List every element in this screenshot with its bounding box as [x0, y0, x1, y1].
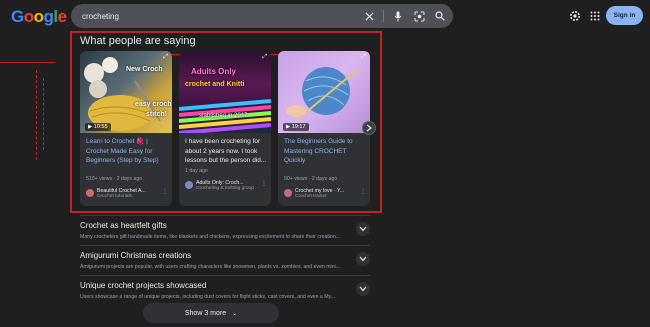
expand-icon[interactable]: ⤢: [361, 54, 366, 61]
video-thumbnail[interactable]: New Croch easy croch stitch! ⤢ ▶ 10:55: [80, 51, 172, 133]
apps-icon[interactable]: [588, 9, 602, 23]
thumbnail-caption: New Croch: [126, 66, 163, 73]
accordion-item[interactable]: Amigurumi Christmas creations Amigurumi …: [80, 245, 370, 275]
search-icon[interactable]: [433, 9, 447, 23]
search-box[interactable]: crocheting: [71, 4, 453, 28]
card-title[interactable]: The Beginners Guide to Mastering CROCHET…: [284, 137, 366, 166]
yarn-image: [84, 57, 161, 131]
accordion-item[interactable]: Crochet as heartfelt gifts Many crochete…: [80, 215, 370, 245]
more-options-icon[interactable]: ⋮: [360, 188, 366, 195]
thumbnail-caption: stitch!: [146, 111, 167, 118]
accordion-title: Crochet as heartfelt gifts: [80, 221, 167, 230]
card-meta: 510+ views · 2 days ago: [86, 176, 143, 182]
chevron-down-icon[interactable]: [356, 252, 370, 266]
chevron-down-icon[interactable]: [356, 222, 370, 236]
section-title: What people are saying: [80, 35, 196, 47]
logo-letter: o: [23, 7, 34, 26]
thumbnail-caption: stablished in 2017: [199, 113, 248, 119]
annotation-dash: [43, 78, 44, 150]
card-title[interactable]: Learn to Crochet 🧶 | Crochet Made Easy f…: [86, 137, 168, 166]
knitting-image: [179, 99, 271, 133]
search-divider: [383, 10, 384, 22]
avatar: [284, 189, 292, 197]
sign-in-button[interactable]: Sign in: [606, 6, 643, 25]
duration-text: 10:55: [93, 124, 108, 130]
video-thumbnail[interactable]: ⤢ ▶ 19:17: [278, 51, 370, 133]
avatar: [185, 181, 193, 189]
card-author[interactable]: Crochet my love · Y... Crochet trainer ⋮: [284, 188, 366, 204]
chevron-down-icon: ⌄: [232, 310, 238, 317]
logo-letter: G: [11, 7, 24, 26]
author-subtitle: Crochet trainer: [295, 194, 327, 199]
author-subtitle: Crochet tutorials: [97, 194, 132, 199]
lens-icon[interactable]: [412, 9, 426, 23]
avatar: [86, 189, 94, 197]
logo-letter: g: [43, 7, 54, 26]
post-card[interactable]: ⤢ ▶ 19:17 The Beginners Guide to Masteri…: [278, 51, 370, 206]
yarn-ball-image: [286, 67, 359, 120]
chevron-down-icon[interactable]: [356, 282, 370, 296]
expand-icon[interactable]: ⤢: [262, 54, 267, 61]
show-more-label: Show 3 more: [184, 309, 227, 317]
clear-icon[interactable]: [362, 9, 376, 23]
annotation-dash: [36, 70, 37, 160]
accordion-item[interactable]: Unique crochet projects showcased Users …: [80, 275, 370, 305]
author-subtitle: Crocheting & knitting group: [196, 186, 254, 191]
accordion-title: Amigurumi Christmas creations: [80, 251, 192, 260]
settings-icon[interactable]: [568, 9, 582, 23]
annotation-line: [0, 62, 55, 63]
post-card[interactable]: Adults Only crochet and Knitti stablishe…: [179, 51, 271, 206]
card-meta: 1 day ago: [185, 168, 208, 174]
logo-letter: e: [57, 7, 67, 26]
accordion-description: Users showcase a range of unique project…: [80, 294, 336, 300]
next-arrow-button[interactable]: [362, 121, 376, 135]
card-meta: 90+ views · 2 days ago: [284, 176, 338, 182]
card-title[interactable]: I have been crocheting for about 2 years…: [185, 137, 267, 166]
card-author[interactable]: Beautiful Crochet A... Crochet tutorials…: [86, 188, 168, 204]
image-thumbnail[interactable]: Adults Only crochet and Knitti stablishe…: [179, 51, 271, 133]
search-input[interactable]: crocheting: [82, 12, 355, 21]
more-options-icon[interactable]: ⋮: [162, 188, 168, 195]
google-logo[interactable]: Google: [11, 7, 67, 27]
duration-text: 19:17: [291, 124, 306, 130]
thumbnail-caption: easy croch: [135, 101, 172, 108]
more-options-icon[interactable]: ⋮: [261, 180, 267, 187]
thumbnail-caption: Adults Only: [191, 67, 236, 76]
mic-icon[interactable]: [391, 9, 405, 23]
card-author[interactable]: Adults Only: Croch... Crocheting & knitt…: [185, 180, 267, 202]
logo-letter: o: [33, 7, 44, 26]
post-card[interactable]: New Croch easy croch stitch! ⤢ ▶ 10:55 L…: [80, 51, 172, 206]
accordion-description: Many crocheters gift handmade items, lik…: [80, 234, 341, 240]
show-more-button[interactable]: Show 3 more ⌄: [143, 303, 279, 323]
accordion-description: Amigurumi projects are popular, with use…: [80, 264, 341, 270]
thumbnail-caption: crochet and Knitti: [185, 81, 245, 88]
video-duration: ▶ 10:55: [85, 123, 111, 131]
chevron-right-icon: [366, 124, 372, 132]
video-duration: ▶ 19:17: [283, 123, 309, 131]
accordion-title: Unique crochet projects showcased: [80, 281, 207, 290]
expand-icon[interactable]: ⤢: [163, 54, 168, 61]
